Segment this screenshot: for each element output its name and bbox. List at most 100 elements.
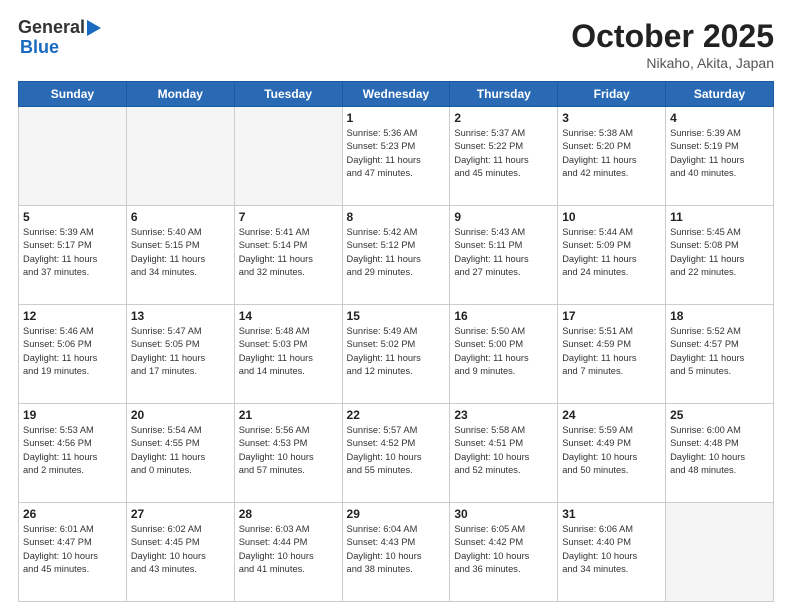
logo-text: General [18, 18, 85, 38]
table-row: 1Sunrise: 5:36 AM Sunset: 5:23 PM Daylig… [342, 107, 450, 206]
day-number: 15 [347, 309, 446, 323]
header-saturday: Saturday [666, 82, 774, 107]
table-row: 9 Sunrise: 5:43 AM Sunset: 5:11 PM Daylig… [450, 206, 558, 305]
calendar-week-row: 19 Sunrise: 5:53 AM Sunset: 4:56 PM Dayli… [19, 404, 774, 503]
day-number: 7 [239, 210, 338, 224]
day-info: Sunrise: 6:03 AM Sunset: 4:44 PM Dayligh… [239, 523, 338, 577]
day-number: 31 [562, 507, 661, 521]
calendar-week-row: 26Sunrise: 6:01 AM Sunset: 4:47 PM Dayli… [19, 503, 774, 602]
day-number: 6 [131, 210, 230, 224]
calendar-week-row: 1Sunrise: 5:36 AM Sunset: 5:23 PM Daylig… [19, 107, 774, 206]
logo-blue-text: Blue [20, 38, 59, 58]
location: Nikaho, Akita, Japan [571, 55, 774, 71]
day-number: 11 [670, 210, 769, 224]
header-tuesday: Tuesday [234, 82, 342, 107]
table-row: 11 Sunrise: 5:45 AM Sunset: 5:08 PM Dayli… [666, 206, 774, 305]
day-info: Sunrise: 6:00 AM Sunset: 4:48 PM Dayligh… [670, 424, 769, 478]
day-info: Sunrise: 5:45 AM Sunset: 5:08 PM Dayligh… [670, 226, 769, 280]
day-info: Sunrise: 5:58 AM Sunset: 4:51 PM Dayligh… [454, 424, 553, 478]
weekday-header-row: Sunday Monday Tuesday Wednesday Thursday… [19, 82, 774, 107]
header: General Blue October 2025 Nikaho, Akita,… [18, 18, 774, 71]
day-number: 19 [23, 408, 122, 422]
table-row: 31Sunrise: 6:06 AM Sunset: 4:40 PM Dayli… [558, 503, 666, 602]
day-number: 10 [562, 210, 661, 224]
table-row: 6 Sunrise: 5:40 AM Sunset: 5:15 PM Daylig… [126, 206, 234, 305]
day-number: 17 [562, 309, 661, 323]
header-sunday: Sunday [19, 82, 127, 107]
day-info: Sunrise: 5:52 AM Sunset: 4:57 PM Dayligh… [670, 325, 769, 379]
title-block: October 2025 Nikaho, Akita, Japan [571, 18, 774, 71]
day-info: Sunrise: 5:57 AM Sunset: 4:52 PM Dayligh… [347, 424, 446, 478]
table-row [234, 107, 342, 206]
day-info: Sunrise: 6:02 AM Sunset: 4:45 PM Dayligh… [131, 523, 230, 577]
day-info: Sunrise: 6:04 AM Sunset: 4:43 PM Dayligh… [347, 523, 446, 577]
logo-arrow-icon [87, 20, 101, 36]
day-number: 22 [347, 408, 446, 422]
day-number: 13 [131, 309, 230, 323]
day-number: 8 [347, 210, 446, 224]
table-row [126, 107, 234, 206]
day-number: 21 [239, 408, 338, 422]
calendar-week-row: 12 Sunrise: 5:46 AM Sunset: 5:06 PM Dayli… [19, 305, 774, 404]
table-row: 14 Sunrise: 5:48 AM Sunset: 5:03 PM Dayli… [234, 305, 342, 404]
day-info: Sunrise: 5:43 AM Sunset: 5:11 PM Dayligh… [454, 226, 553, 280]
table-row: 17 Sunrise: 5:51 AM Sunset: 4:59 PM Dayli… [558, 305, 666, 404]
day-info: Sunrise: 5:41 AM Sunset: 5:14 PM Dayligh… [239, 226, 338, 280]
table-row: 18Sunrise: 5:52 AM Sunset: 4:57 PM Dayli… [666, 305, 774, 404]
header-thursday: Thursday [450, 82, 558, 107]
day-number: 1 [347, 111, 446, 125]
day-info: Sunrise: 5:56 AM Sunset: 4:53 PM Dayligh… [239, 424, 338, 478]
day-info: Sunrise: 5:51 AM Sunset: 4:59 PM Dayligh… [562, 325, 661, 379]
day-info: Sunrise: 5:50 AM Sunset: 5:00 PM Dayligh… [454, 325, 553, 379]
day-number: 16 [454, 309, 553, 323]
table-row: 3Sunrise: 5:38 AM Sunset: 5:20 PM Daylig… [558, 107, 666, 206]
table-row: 15 Sunrise: 5:49 AM Sunset: 5:02 PM Dayli… [342, 305, 450, 404]
table-row: 13 Sunrise: 5:47 AM Sunset: 5:05 PM Dayli… [126, 305, 234, 404]
table-row: 8 Sunrise: 5:42 AM Sunset: 5:12 PM Daylig… [342, 206, 450, 305]
header-monday: Monday [126, 82, 234, 107]
day-info: Sunrise: 5:40 AM Sunset: 5:15 PM Dayligh… [131, 226, 230, 280]
table-row: 30Sunrise: 6:05 AM Sunset: 4:42 PM Dayli… [450, 503, 558, 602]
month-title: October 2025 [571, 18, 774, 55]
day-number: 27 [131, 507, 230, 521]
day-number: 23 [454, 408, 553, 422]
day-number: 24 [562, 408, 661, 422]
logo-line2: Blue [18, 38, 59, 58]
day-info: Sunrise: 5:53 AM Sunset: 4:56 PM Dayligh… [23, 424, 122, 478]
table-row: 10Sunrise: 5:44 AM Sunset: 5:09 PM Dayli… [558, 206, 666, 305]
day-info: Sunrise: 5:42 AM Sunset: 5:12 PM Dayligh… [347, 226, 446, 280]
table-row: 21 Sunrise: 5:56 AM Sunset: 4:53 PM Dayli… [234, 404, 342, 503]
table-row: 4 Sunrise: 5:39 AM Sunset: 5:19 PM Daylig… [666, 107, 774, 206]
day-number: 2 [454, 111, 553, 125]
table-row: 20Sunrise: 5:54 AM Sunset: 4:55 PM Dayli… [126, 404, 234, 503]
day-number: 4 [670, 111, 769, 125]
table-row: 22 Sunrise: 5:57 AM Sunset: 4:52 PM Dayli… [342, 404, 450, 503]
table-row: 16 Sunrise: 5:50 AM Sunset: 5:00 PM Dayli… [450, 305, 558, 404]
day-info: Sunrise: 5:49 AM Sunset: 5:02 PM Dayligh… [347, 325, 446, 379]
day-number: 14 [239, 309, 338, 323]
day-number: 5 [23, 210, 122, 224]
day-number: 29 [347, 507, 446, 521]
day-info: Sunrise: 5:39 AM Sunset: 5:17 PM Dayligh… [23, 226, 122, 280]
table-row: 25Sunrise: 6:00 AM Sunset: 4:48 PM Dayli… [666, 404, 774, 503]
day-number: 28 [239, 507, 338, 521]
day-number: 30 [454, 507, 553, 521]
table-row: 26Sunrise: 6:01 AM Sunset: 4:47 PM Dayli… [19, 503, 127, 602]
page: General Blue October 2025 Nikaho, Akita,… [0, 0, 792, 612]
table-row: 12 Sunrise: 5:46 AM Sunset: 5:06 PM Dayli… [19, 305, 127, 404]
table-row: 29 Sunrise: 6:04 AM Sunset: 4:43 PM Dayli… [342, 503, 450, 602]
day-number: 26 [23, 507, 122, 521]
day-number: 12 [23, 309, 122, 323]
day-info: Sunrise: 5:46 AM Sunset: 5:06 PM Dayligh… [23, 325, 122, 379]
logo-line1: General [18, 18, 101, 38]
table-row: 2Sunrise: 5:37 AM Sunset: 5:22 PM Daylig… [450, 107, 558, 206]
day-number: 3 [562, 111, 661, 125]
table-row: 19 Sunrise: 5:53 AM Sunset: 4:56 PM Dayli… [19, 404, 127, 503]
table-row: 23 Sunrise: 5:58 AM Sunset: 4:51 PM Dayli… [450, 404, 558, 503]
logo: General Blue [18, 18, 101, 58]
day-number: 9 [454, 210, 553, 224]
day-info: Sunrise: 5:47 AM Sunset: 5:05 PM Dayligh… [131, 325, 230, 379]
day-info: Sunrise: 5:48 AM Sunset: 5:03 PM Dayligh… [239, 325, 338, 379]
day-info: Sunrise: 5:39 AM Sunset: 5:19 PM Dayligh… [670, 127, 769, 181]
header-friday: Friday [558, 82, 666, 107]
